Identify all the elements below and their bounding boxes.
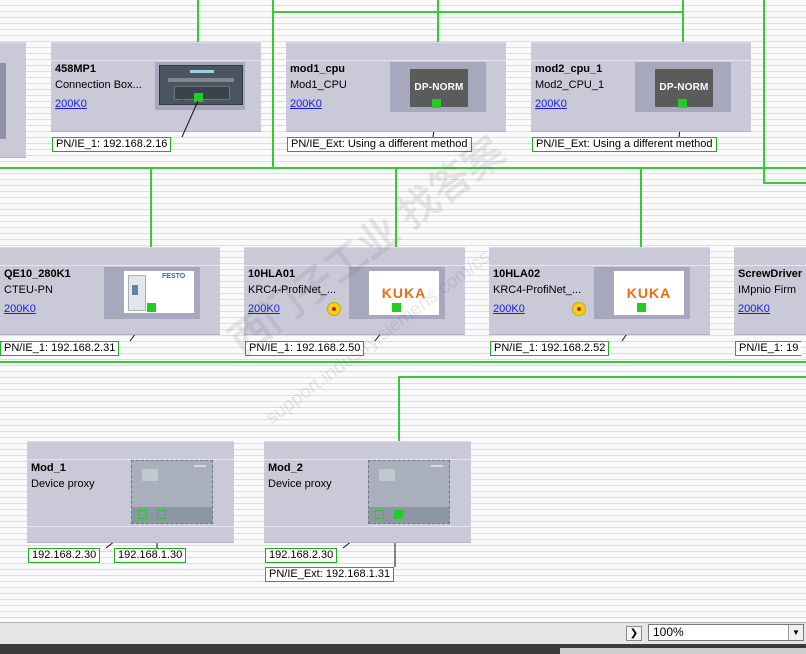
festo-logo: FESTO [162,273,186,280]
diagnostic-warning-icon[interactable] [327,302,341,316]
taskbar-strip [560,648,806,654]
device-type: CTEU-PN [4,284,53,296]
device-name[interactable]: Mod_1 [31,462,66,474]
device-link[interactable]: 200K0 [738,303,770,315]
device-name[interactable]: mod1_cpu [290,63,345,75]
address-label[interactable]: 192.168.2.30 [265,548,338,563]
device-type: Mod1_CPU [290,79,347,91]
ethernet-port[interactable] [375,510,384,519]
address-label[interactable]: PN/IE_Ext: Using a different method [287,137,472,152]
address-label[interactable]: PN/IE_Ext: 192.168.1.31 [265,567,395,582]
ethernet-port[interactable] [157,510,166,519]
zoom-select[interactable]: 100% ▼ [648,624,804,641]
device-name[interactable]: mod2_cpu_1 [535,63,602,75]
device-link[interactable]: 200K0 [493,303,525,315]
chevron-right-icon[interactable]: ❯ [626,626,642,641]
ethernet-port[interactable] [394,510,403,519]
device-mod2-cpu-1[interactable]: mod2_cpu_1 Mod2_CPU_1 200K0 DP-NORM [531,42,751,132]
ethernet-port[interactable] [138,510,147,519]
device-mod-2[interactable]: Mod_2 Device proxy [264,441,471,543]
device-qe10-280k1[interactable]: QE10_280K1 CTEU-PN 200K0 FESTO [0,247,220,335]
triangle-down-icon[interactable]: ▼ [788,625,803,640]
diagnostic-warning-icon[interactable] [572,302,586,316]
address-label[interactable]: PN/IE_1: 192.168.2.50 [245,341,365,356]
ethernet-port[interactable] [147,303,156,312]
device-link[interactable]: 200K0 [248,303,280,315]
device-mod-1[interactable]: Mod_1 Device proxy [27,441,234,543]
address-label[interactable]: PN/IE_1: 192.168.2.31 [0,341,120,356]
zoom-value: 100% [653,625,684,639]
device-type: Device proxy [31,478,95,490]
device-type: KRC4-ProfiNet_... [248,284,337,296]
device-name[interactable]: ScrewDriver [738,268,802,280]
device-type: IMpnio Firm [738,284,797,296]
device-screwdriver[interactable]: ScrewDriver IMpnio Firm 200K0 [734,247,806,335]
address-label[interactable]: PN/IE_1: 19 [735,341,802,356]
kuka-logo: KUKA [614,271,684,315]
device-10hla01[interactable]: 10HLA01 KRC4-ProfiNet_... 200K0 KUKA [244,247,465,335]
device-link[interactable]: 200K0 [535,98,567,110]
address-label[interactable]: PN/IE_1: 192.168.2.52 [490,341,610,356]
address-label[interactable]: PN/IE_1: 192.168.2.16 [52,137,172,152]
ethernet-port[interactable] [637,303,646,312]
ethernet-port[interactable] [392,303,401,312]
ethernet-port[interactable] [432,99,441,108]
device-link[interactable]: 200K0 [290,98,322,110]
device-mod1-cpu[interactable]: mod1_cpu Mod1_CPU 200K0 DP-NORM [286,42,506,132]
address-label[interactable]: 192.168.2.30 [28,548,101,563]
ethernet-port[interactable] [678,99,687,108]
device-link[interactable]: 200K0 [4,303,36,315]
device-type: Device proxy [268,478,332,490]
device-name[interactable]: 10HLA01 [248,268,295,280]
device-name[interactable]: QE10_280K1 [4,268,71,280]
device-type: KRC4-ProfiNet_... [493,284,582,296]
device-name[interactable]: 10HLA02 [493,268,540,280]
kuka-logo: KUKA [369,271,439,315]
festo-valve-icon: FESTO [124,271,194,313]
device-name[interactable]: Mod_2 [268,462,303,474]
address-label[interactable]: PN/IE_Ext: Using a different method [532,137,717,152]
address-label[interactable]: 192.168.1.30 [114,548,187,563]
device-type: Mod2_CPU_1 [535,79,605,91]
device-10hla02[interactable]: 10HLA02 KRC4-ProfiNet_... 200K0 KUKA [489,247,710,335]
